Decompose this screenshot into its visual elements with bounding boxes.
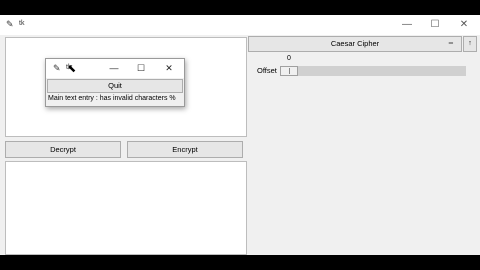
popup-close-button[interactable]: ✕	[156, 59, 182, 78]
quit-button[interactable]: Quit	[47, 79, 183, 93]
window-title: tk	[19, 20, 25, 27]
maximize-button[interactable]: ☐	[421, 15, 449, 35]
cipher-select-label: Caesar Cipher	[330, 39, 380, 48]
error-popup-window: ✎ tk ⬉ — ☐ ✕ Quit Main text entry : has …	[45, 58, 185, 107]
main-titlebar[interactable]: ✎ tk — ☐ ✕	[0, 15, 480, 35]
offset-value: 0	[287, 55, 291, 62]
error-message: Main text entry : has invalid characters…	[48, 95, 176, 102]
popup-maximize-button[interactable]: ☐	[128, 59, 154, 78]
mouse-cursor-icon: ⬉	[67, 63, 77, 75]
offset-slider[interactable]	[280, 66, 466, 76]
offset-slider-thumb[interactable]	[280, 66, 298, 76]
option-menu-indicator-icon: ═	[448, 41, 453, 47]
cipher-settings-panel: Caesar Cipher ═ ↑ 0 Offset	[248, 35, 480, 255]
feather-icon: ✎	[6, 19, 14, 29]
offset-label: Offset	[257, 66, 277, 75]
main-window: ✎ tk — ☐ ✕ Decrypt Encrypt Caesar Cipher…	[0, 15, 480, 255]
feather-icon: ✎	[53, 63, 61, 73]
minimize-button[interactable]: —	[393, 15, 421, 35]
decrypt-button[interactable]: Decrypt	[5, 141, 121, 158]
side-button[interactable]: ↑	[463, 36, 477, 52]
close-button[interactable]: ✕	[450, 15, 478, 35]
cipher-select-menu[interactable]: Caesar Cipher ═	[248, 36, 462, 52]
popup-titlebar[interactable]: ✎ tk ⬉ — ☐ ✕	[46, 59, 184, 78]
encrypt-button[interactable]: Encrypt	[127, 141, 243, 158]
popup-minimize-button[interactable]: —	[101, 59, 127, 78]
output-text-area[interactable]	[5, 161, 247, 255]
